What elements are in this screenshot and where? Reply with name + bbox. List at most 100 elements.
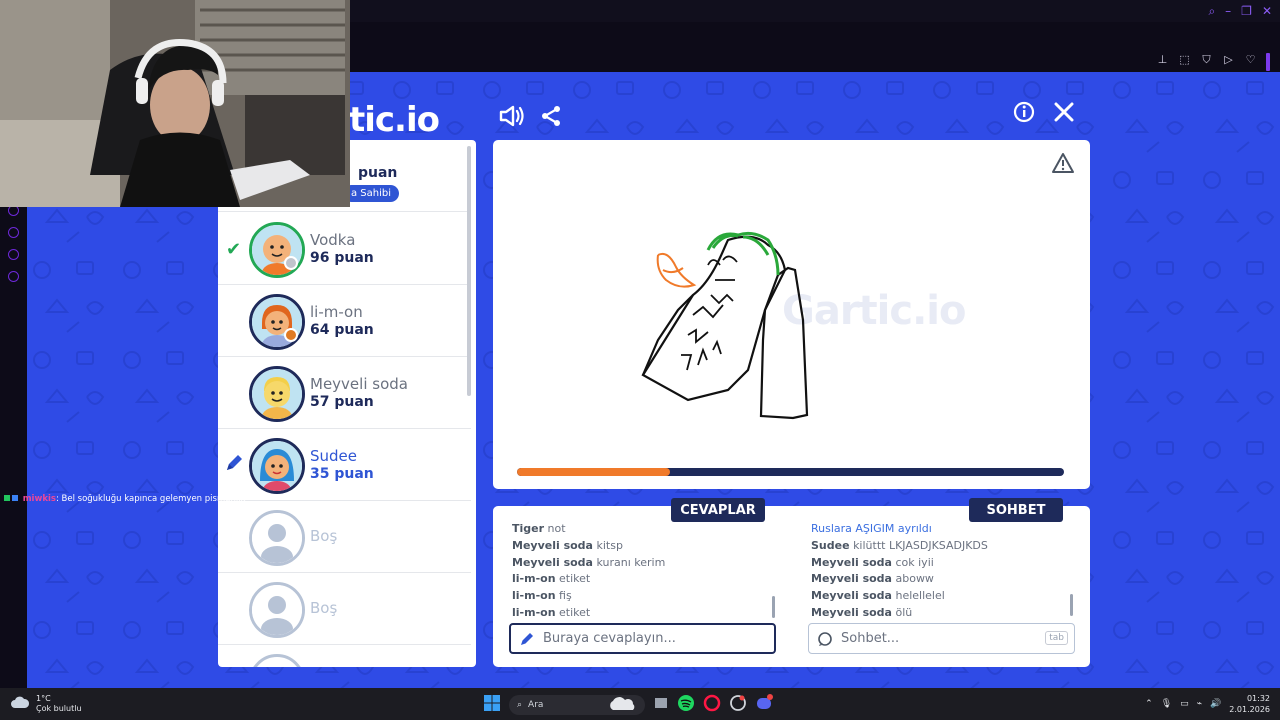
chat-placeholder: Sohbet... bbox=[841, 631, 900, 646]
player-row-empty: Boş bbox=[218, 573, 471, 645]
message-user: Meyveli soda bbox=[811, 589, 892, 603]
player-name: Boş bbox=[310, 527, 338, 545]
pencil-icon bbox=[224, 453, 244, 477]
player-name: Sudee bbox=[310, 447, 358, 465]
player-name: li-m-on bbox=[310, 303, 363, 321]
message-row: Tiger not bbox=[512, 521, 772, 538]
empty-avatar bbox=[249, 510, 305, 566]
chat-text: : Bel soğukluğu kapınca gelemyen pismanl… bbox=[55, 494, 246, 504]
player-list-scrollbar[interactable] bbox=[467, 146, 471, 396]
message-row: li-m-on etiket bbox=[512, 605, 772, 622]
player-name: Vodka bbox=[310, 231, 356, 249]
player-score: 35 puan bbox=[310, 466, 374, 482]
sound-icon[interactable] bbox=[497, 102, 525, 130]
message-row: Meyveli soda ölü bbox=[811, 605, 1069, 622]
steam-icon[interactable] bbox=[729, 694, 747, 716]
sidebar-toggle[interactable] bbox=[1266, 53, 1270, 71]
task-view-icon[interactable] bbox=[653, 695, 669, 715]
chat-scrollbar[interactable] bbox=[1070, 594, 1073, 616]
chevron-up-icon[interactable]: ⌃ bbox=[1145, 699, 1153, 709]
drawing-canvas[interactable]: Gartic.io bbox=[493, 140, 1090, 489]
opera-gx-icon[interactable] bbox=[703, 694, 721, 716]
message-user: li-m-on bbox=[512, 589, 556, 603]
message-row: Ruslara AŞIGIM ayrıldı bbox=[811, 521, 1069, 538]
restore-icon[interactable]: ❐ bbox=[1241, 4, 1252, 19]
message-row: Meyveli soda helellelel bbox=[811, 588, 1069, 605]
system-tray: ⌃ 🎙 ▭ ⌁ 🔊 01:32 2.01.2026 bbox=[1145, 693, 1270, 715]
player-row-empty bbox=[218, 645, 471, 667]
network-icon[interactable]: ⌁ bbox=[1197, 699, 1202, 709]
spotify-icon[interactable] bbox=[677, 694, 695, 716]
message-text: cok iyii bbox=[895, 555, 934, 569]
display-icon[interactable]: ▭ bbox=[1180, 699, 1189, 709]
search-label: Ara bbox=[528, 700, 544, 710]
weather-desc: Çok bulutlu bbox=[36, 704, 82, 713]
chat-username: miwkis bbox=[22, 494, 56, 504]
cloud-search-icon bbox=[607, 697, 641, 713]
close-icon[interactable] bbox=[1052, 100, 1076, 124]
system-message: Ruslara AŞIGIM ayrıldı bbox=[811, 522, 932, 535]
webcam-image bbox=[0, 0, 350, 207]
tab-key-hint: tab bbox=[1045, 631, 1068, 645]
microphone-icon[interactable]: 🎙 bbox=[1161, 699, 1172, 709]
volume-icon[interactable]: 🔊 bbox=[1210, 699, 1221, 709]
message-row: li-m-on etiket bbox=[512, 571, 772, 588]
taskbar-search[interactable]: ⌕ Ara bbox=[509, 695, 645, 715]
message-text: kuranı kerim bbox=[596, 555, 666, 569]
stream-chat-message: miwkis: Bel soğukluğu kapınca gelemyen p… bbox=[4, 494, 245, 504]
search-icon: ⌕ bbox=[517, 700, 523, 710]
player-row: Meyveli soda 57 puan bbox=[218, 357, 471, 429]
message-user: Tiger bbox=[512, 522, 545, 535]
tab-answers[interactable]: CEVAPLAR bbox=[671, 498, 765, 522]
history-icon[interactable] bbox=[8, 227, 19, 238]
message-user: Meyveli soda bbox=[811, 605, 892, 619]
message-text: fiş bbox=[559, 589, 572, 603]
message-user: li-m-on bbox=[512, 605, 556, 619]
room-owner-badge: a Sahibi bbox=[343, 185, 400, 202]
player-row-empty: Boş bbox=[218, 501, 471, 573]
minimize-icon[interactable]: – bbox=[1225, 4, 1231, 19]
player-row: Sudee 35 puan bbox=[218, 429, 471, 501]
answers-scrollbar[interactable] bbox=[772, 596, 775, 618]
message-user: Sudee bbox=[811, 538, 850, 552]
info-icon[interactable] bbox=[1012, 100, 1036, 124]
message-row: Meyveli soda kuranı kerim bbox=[512, 555, 772, 572]
message-row: Meyveli soda aboww bbox=[811, 571, 1069, 588]
pin-icon[interactable]: ⊥ bbox=[1156, 53, 1169, 66]
chat-input[interactable]: Sohbet... tab bbox=[808, 623, 1075, 654]
snapshot-icon[interactable]: ⬚ bbox=[1178, 53, 1191, 66]
message-text: etiket bbox=[559, 605, 591, 619]
search-icon[interactable]: ⌕ bbox=[1208, 4, 1215, 19]
message-text: helellelel bbox=[895, 589, 945, 603]
drawing bbox=[641, 231, 809, 420]
weather-widget[interactable]: 1°C Çok bulutlu bbox=[10, 694, 82, 714]
answer-input[interactable]: Buraya cevaplayın... bbox=[509, 623, 776, 654]
play-icon[interactable]: ▷ bbox=[1222, 53, 1235, 66]
settings-icon[interactable] bbox=[8, 249, 19, 260]
empty-avatar bbox=[249, 582, 305, 638]
heart-icon[interactable]: ♡ bbox=[1244, 53, 1257, 66]
status-dot bbox=[284, 256, 298, 270]
game-logo: tic.io bbox=[349, 100, 440, 140]
close-window-icon[interactable]: ✕ bbox=[1262, 4, 1272, 19]
shield-icon[interactable]: ⛉ bbox=[1200, 53, 1213, 66]
answers-chat-panel: Tiger not Meyveli soda kitsp Meyveli soda … bbox=[493, 506, 1090, 667]
tab-chat[interactable]: SOHBET bbox=[969, 498, 1063, 522]
gear-icon[interactable] bbox=[8, 271, 19, 282]
clock-time: 01:32 bbox=[1246, 694, 1270, 703]
chat-bubble-icon bbox=[817, 631, 833, 647]
message-user: li-m-on bbox=[512, 572, 556, 586]
message-text: etiket bbox=[559, 572, 591, 586]
share-icon[interactable] bbox=[537, 102, 565, 130]
status-dot bbox=[284, 328, 298, 342]
report-warning-icon[interactable] bbox=[1051, 152, 1075, 178]
clock[interactable]: 01:32 2.01.2026 bbox=[1229, 693, 1270, 715]
webcam-overlay bbox=[0, 0, 350, 207]
answer-placeholder: Buraya cevaplayın... bbox=[543, 631, 676, 646]
windows-start-icon[interactable] bbox=[483, 694, 501, 716]
player-score: puan bbox=[358, 165, 398, 181]
message-row: Sudee kilüttt LKJASDJKSADJKDS bbox=[811, 538, 1069, 555]
badge-icon bbox=[12, 495, 18, 501]
discord-icon[interactable] bbox=[755, 694, 773, 716]
answers-list: Tiger not Meyveli soda kitsp Meyveli soda … bbox=[512, 521, 772, 622]
